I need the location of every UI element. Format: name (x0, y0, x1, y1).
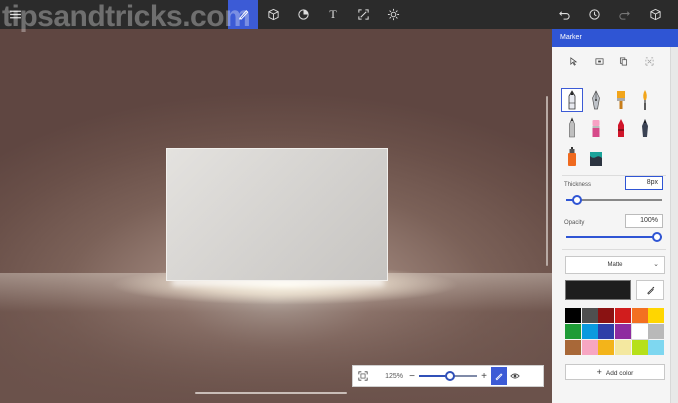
spray-can-icon[interactable] (561, 145, 583, 169)
undo-icon[interactable] (549, 0, 579, 29)
drawing-canvas[interactable] (0, 29, 552, 403)
color-swatch[interactable] (598, 340, 615, 355)
finish-dropdown[interactable]: Matte ⌄ (565, 256, 665, 274)
thickness-slider[interactable] (566, 194, 662, 206)
color-swatch[interactable] (648, 340, 665, 355)
color-swatch[interactable] (631, 340, 648, 355)
add-color-button[interactable]: + Add color (565, 364, 665, 380)
brush-icon[interactable] (228, 0, 258, 29)
add-color-label: Add color (605, 370, 634, 377)
effects-icon[interactable] (378, 0, 408, 29)
panel-scroll-edge (670, 47, 678, 403)
zoom-bar: 125% − + (352, 365, 544, 387)
panel-divider (562, 249, 666, 250)
color-swatch[interactable] (648, 324, 665, 339)
thickness-label: Thickness (564, 182, 592, 188)
select-icon[interactable] (566, 52, 580, 70)
pencil-icon[interactable] (561, 116, 583, 140)
color-swatch[interactable] (598, 308, 615, 323)
vertical-scrollbar[interactable] (546, 96, 548, 266)
canvas-icon[interactable] (348, 0, 378, 29)
panel-tool-row (552, 52, 670, 72)
opacity-slider-thumb[interactable] (652, 232, 662, 242)
current-color-swatch[interactable] (565, 280, 631, 300)
color-swatch[interactable] (614, 340, 631, 355)
color-swatch[interactable] (598, 324, 615, 339)
text-icon-glyph: T (329, 7, 337, 21)
color-swatch[interactable] (614, 308, 631, 323)
pixel-pen-icon[interactable] (634, 116, 656, 140)
redo-icon[interactable] (609, 0, 639, 29)
paint-3d-app: T tipsandtricks.com 125% − + Marker Thic… (0, 0, 678, 403)
chevron-down-icon: ⌄ (653, 261, 659, 268)
color-swatch[interactable] (648, 308, 665, 323)
color-swatch[interactable] (631, 308, 648, 323)
thickness-slider-thumb[interactable] (572, 195, 582, 205)
zoom-percent: 125% (385, 372, 403, 380)
zoom-slider[interactable] (417, 369, 479, 383)
watercolor-icon[interactable] (634, 88, 656, 112)
delete-selection-icon[interactable] (642, 52, 656, 70)
opacity-label: Opacity (564, 220, 585, 226)
white-canvas-card[interactable] (166, 148, 388, 281)
finish-dropdown-value: Matte (607, 262, 623, 268)
oil-brush-icon[interactable] (610, 88, 632, 112)
pen-mode-icon[interactable] (491, 367, 507, 385)
crop-icon[interactable] (592, 52, 606, 70)
zoom-slider-thumb[interactable] (445, 371, 455, 381)
view-icon[interactable] (507, 367, 523, 385)
color-swatch[interactable] (581, 340, 598, 355)
opacity-slider[interactable] (566, 231, 662, 243)
crayon-icon[interactable] (610, 116, 632, 140)
calligraphy-pen-icon[interactable] (585, 88, 607, 112)
eraser-icon[interactable] (585, 116, 607, 140)
stickers-icon[interactable] (288, 0, 318, 29)
color-swatch[interactable] (581, 308, 598, 323)
color-swatch[interactable] (581, 324, 598, 339)
zoom-in-button[interactable]: + (479, 371, 489, 382)
3d-shapes-icon[interactable] (258, 0, 288, 29)
color-swatch[interactable] (565, 308, 581, 323)
color-swatch[interactable] (565, 324, 581, 339)
thickness-field[interactable]: 8px (625, 176, 663, 190)
history-icon[interactable] (579, 0, 609, 29)
color-palette (565, 308, 665, 356)
copy-icon[interactable] (616, 52, 630, 70)
color-swatch[interactable] (614, 324, 631, 339)
fill-bucket-icon[interactable] (585, 145, 607, 169)
color-swatch[interactable] (630, 323, 649, 340)
eyedropper-icon[interactable] (636, 280, 664, 300)
plus-icon: + (596, 367, 602, 377)
top-toolbar: T (0, 0, 678, 29)
color-swatch[interactable] (565, 340, 581, 355)
zoom-out-button[interactable]: − (407, 371, 417, 382)
text-icon[interactable]: T (318, 0, 348, 29)
opacity-field[interactable]: 100% (625, 214, 663, 228)
horizontal-scrollbar[interactable] (195, 392, 347, 394)
marker-brush-icon[interactable] (561, 88, 583, 112)
3d-view-icon[interactable] (640, 0, 670, 29)
fit-to-screen-icon[interactable] (353, 366, 373, 386)
panel-title: Marker (552, 29, 678, 47)
menu-icon[interactable] (0, 0, 30, 29)
